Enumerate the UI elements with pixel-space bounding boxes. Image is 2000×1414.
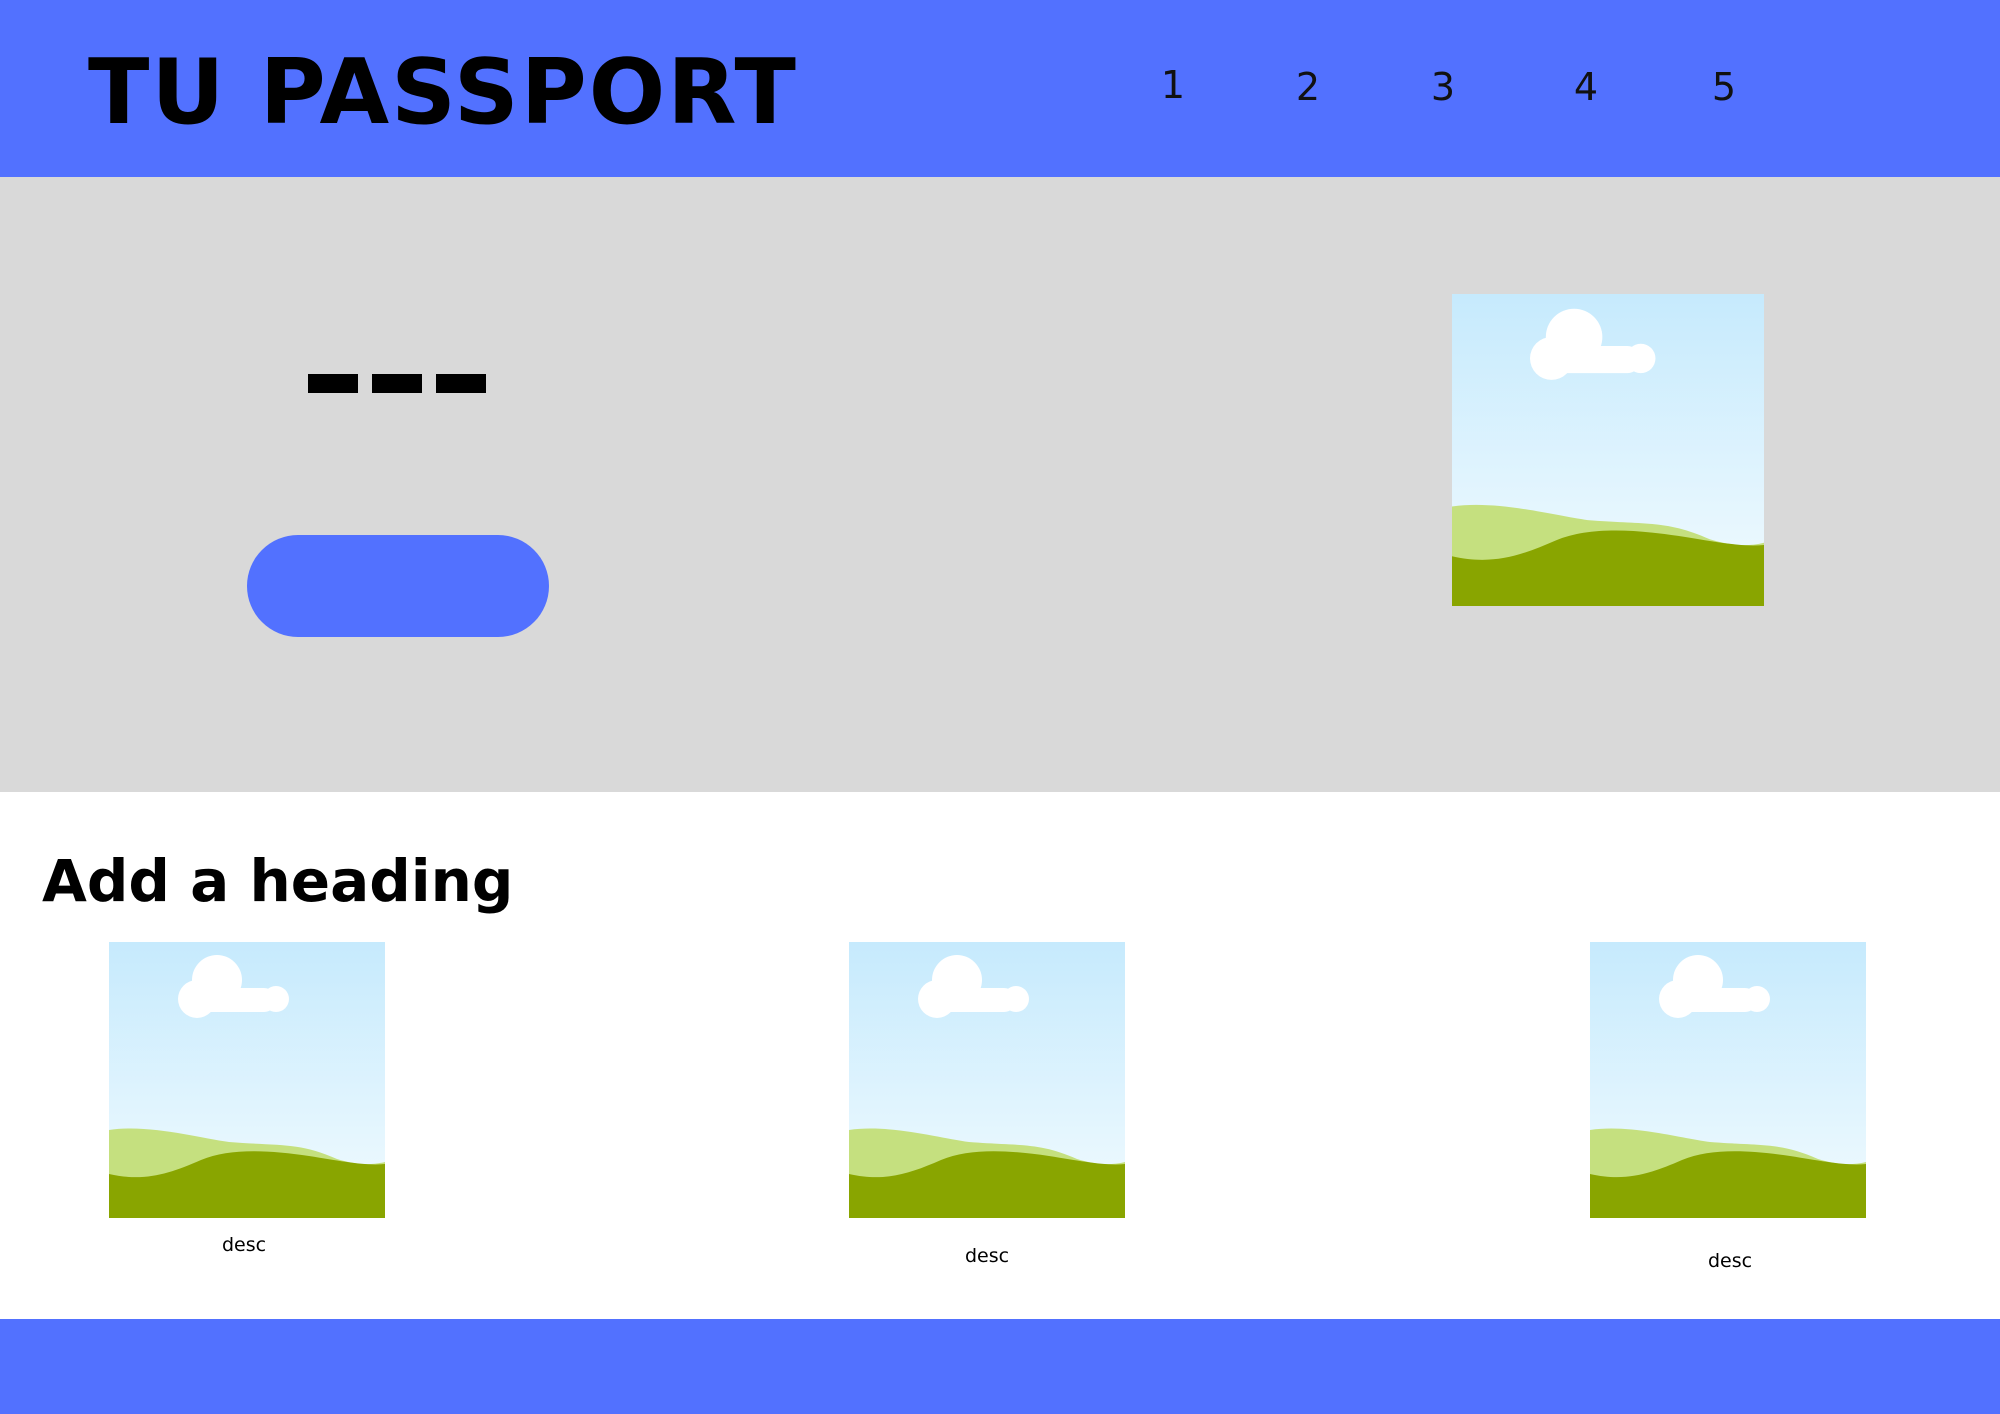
nav-link-5[interactable]: 5 bbox=[1694, 62, 1754, 112]
section-heading: Add a heading bbox=[42, 847, 514, 915]
nav-link-2[interactable]: 2 bbox=[1278, 62, 1338, 112]
dash-mark bbox=[436, 374, 486, 393]
landscape-image-icon bbox=[849, 942, 1125, 1218]
landscape-image-icon bbox=[1452, 294, 1764, 606]
card-description: desc bbox=[1707, 1250, 1753, 1272]
nav-link-4[interactable]: 4 bbox=[1556, 62, 1616, 112]
hero-cta-button[interactable] bbox=[247, 535, 549, 637]
landscape-image-icon bbox=[1590, 942, 1866, 1218]
landscape-image-icon bbox=[109, 942, 385, 1218]
hero-placeholder-text bbox=[308, 374, 486, 393]
card-description: desc bbox=[964, 1245, 1010, 1267]
nav-link-3[interactable]: 3 bbox=[1413, 62, 1473, 112]
card-description: desc bbox=[221, 1234, 267, 1256]
nav-link-1[interactable]: 1 bbox=[1143, 60, 1203, 110]
site-header: TU PASSPORT 1 2 3 4 5 bbox=[0, 0, 2000, 177]
site-footer bbox=[0, 1319, 2000, 1414]
dash-mark bbox=[372, 374, 422, 393]
site-title: TU PASSPORT bbox=[88, 40, 798, 145]
dash-mark bbox=[308, 374, 358, 393]
